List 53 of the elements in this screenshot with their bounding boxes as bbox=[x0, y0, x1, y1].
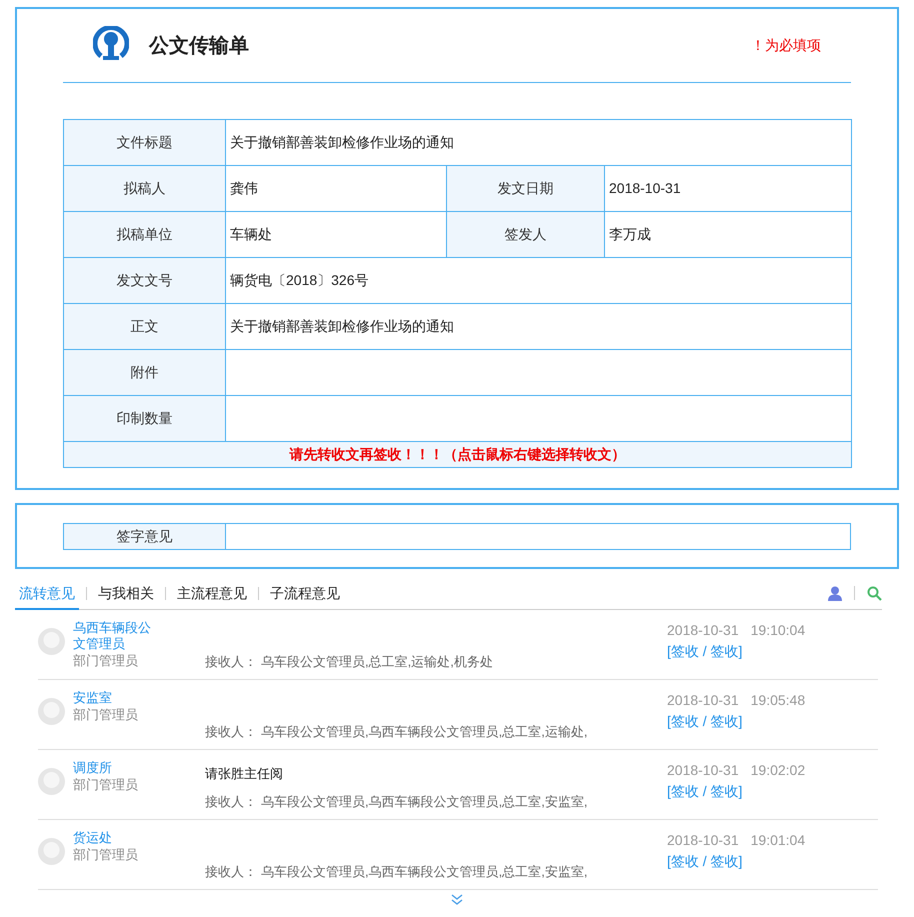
field-label: 签发人 bbox=[446, 212, 604, 258]
field-label: 印制数量 bbox=[64, 396, 226, 442]
sign-link[interactable]: [签收 / 签收] bbox=[667, 713, 742, 729]
field-label: 拟稿人 bbox=[64, 166, 226, 212]
form-title: 公文传输单 bbox=[149, 34, 249, 58]
avatar-icon bbox=[38, 768, 65, 795]
field-label: 文件标题 bbox=[64, 120, 226, 166]
comment-text: 请张胜主任阅 bbox=[205, 765, 284, 783]
field-value: 辆货电〔2018〕326号 bbox=[226, 258, 852, 304]
recipients-text: 接收人： 乌车段公文管理员,乌西车辆段公文管理员,总工室,安监室, bbox=[205, 862, 588, 880]
signature-field[interactable] bbox=[226, 524, 850, 550]
timestamp: 2018-10-31 19:01:04 bbox=[667, 831, 806, 850]
sign-link[interactable]: [签收 / 签收] bbox=[667, 643, 742, 659]
required-note: ！为必填项 bbox=[751, 36, 821, 55]
sender-name[interactable]: 安监室 bbox=[73, 690, 155, 706]
sender-role: 部门管理员 bbox=[73, 652, 139, 669]
recipients-text: 接收人： 乌车段公文管理员,总工室,运输处,机务处 bbox=[205, 652, 494, 670]
avatar-icon bbox=[38, 698, 65, 725]
tab[interactable]: 主流程意见 bbox=[173, 576, 251, 610]
field-value: 龚伟 bbox=[226, 166, 446, 212]
recipients-text: 接收人： 乌车段公文管理员,乌西车辆段公文管理员,总工室,安监室, bbox=[205, 792, 588, 810]
sender-role: 部门管理员 bbox=[73, 706, 139, 723]
sign-link[interactable]: [签收 / 签收] bbox=[667, 853, 742, 869]
field-value: 李万成 bbox=[604, 212, 852, 258]
sender-name[interactable]: 调度所 bbox=[73, 760, 155, 776]
field-label: 发文日期 bbox=[446, 166, 604, 212]
timestamp: 2018-10-31 19:05:48 bbox=[667, 691, 806, 710]
field-value: 2018-10-31 bbox=[604, 166, 852, 212]
field-label: 发文文号 bbox=[64, 258, 226, 304]
recipients-text: 接收人： 乌车段公文管理员,乌西车辆段公文管理员,总工室,运输处, bbox=[205, 722, 588, 740]
field-value: 关于撤销鄯善装卸检修作业场的通知 bbox=[226, 120, 852, 166]
tab[interactable]: 流转意见 bbox=[15, 576, 79, 610]
field-label: 签字意见 bbox=[64, 524, 226, 550]
sender-role: 部门管理员 bbox=[73, 776, 139, 793]
sign-link[interactable]: [签收 / 签收] bbox=[667, 783, 742, 799]
timestamp: 2018-10-31 19:02:02 bbox=[667, 761, 806, 780]
notice-text: 请先转收文再签收！！！（点击鼠标右键选择转收文） bbox=[64, 442, 852, 468]
search-icon[interactable] bbox=[867, 586, 882, 600]
tab[interactable]: 子流程意见 bbox=[266, 576, 344, 610]
field-label: 拟稿单位 bbox=[64, 212, 226, 258]
avatar-icon bbox=[38, 628, 65, 655]
field-label: 附件 bbox=[64, 350, 226, 396]
tab[interactable]: 与我相关 bbox=[94, 576, 158, 610]
sender-name[interactable]: 货运处 bbox=[73, 830, 155, 846]
sender-name[interactable]: 乌西车辆段公文管理员 bbox=[73, 620, 155, 652]
user-icon[interactable] bbox=[828, 586, 842, 600]
field-value: 车辆处 bbox=[226, 212, 446, 258]
avatar-icon bbox=[38, 838, 65, 865]
field-label: 正文 bbox=[64, 304, 226, 350]
expand-icon[interactable] bbox=[451, 894, 463, 905]
field-value: 关于撤销鄯善装卸检修作业场的通知 bbox=[226, 304, 852, 350]
timestamp: 2018-10-31 19:10:04 bbox=[667, 621, 806, 640]
sender-role: 部门管理员 bbox=[73, 846, 139, 863]
